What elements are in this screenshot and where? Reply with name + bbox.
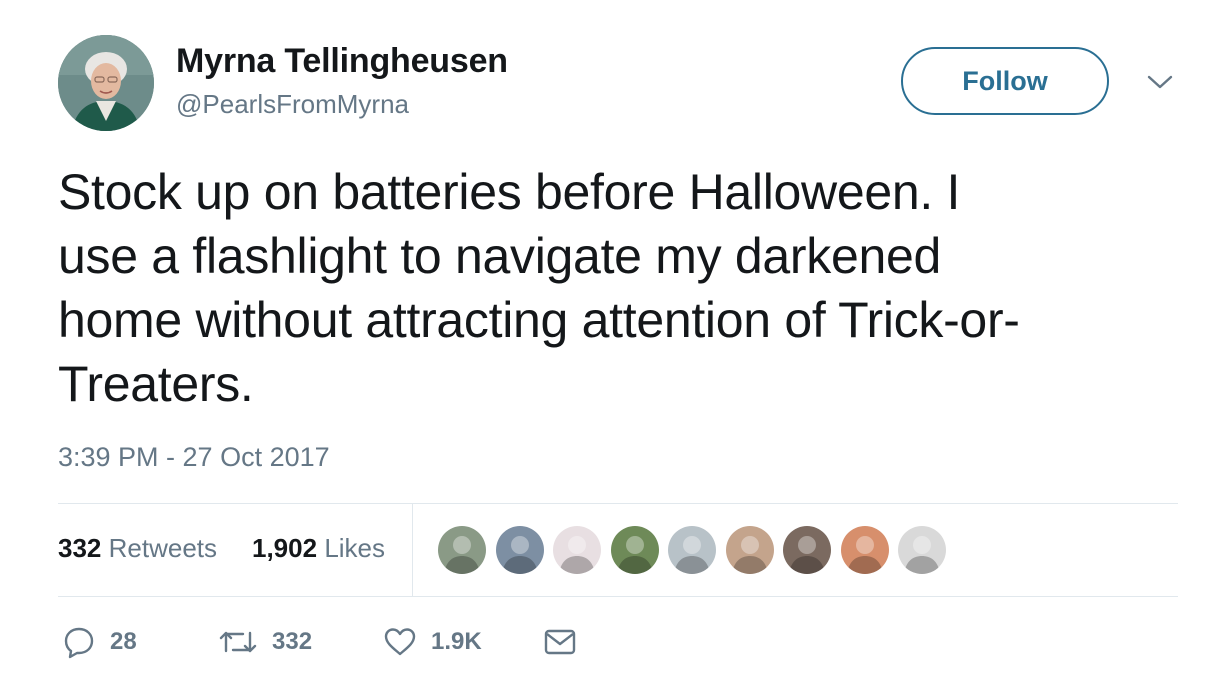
person-icon xyxy=(502,536,538,574)
person-icon xyxy=(789,536,825,574)
like-count: 1.9K xyxy=(431,628,482,655)
tweet-text: Stock up on batteries before Halloween. … xyxy=(58,160,1178,416)
reply-icon xyxy=(64,627,94,659)
likes-count: 1,902 xyxy=(252,533,318,563)
retweets-stat[interactable]: 332 Retweets xyxy=(58,533,217,564)
liker-avatar[interactable] xyxy=(553,526,601,574)
tweet-text-line: home without attracting attention of Tri… xyxy=(58,292,1020,348)
retweet-icon xyxy=(219,631,257,653)
envelope-icon xyxy=(544,629,576,655)
reply-button[interactable]: 28 xyxy=(62,622,137,662)
person-icon xyxy=(732,536,768,574)
author-photo xyxy=(58,35,154,131)
stats-divider xyxy=(412,503,413,596)
author-handle[interactable]: @PearlsFromMyrna xyxy=(176,89,409,120)
person-icon xyxy=(904,536,940,574)
author-avatar[interactable] xyxy=(58,35,154,131)
retweets-label: Retweets xyxy=(108,533,218,563)
likes-label: Likes xyxy=(324,533,386,563)
liker-avatar[interactable] xyxy=(668,526,716,574)
follow-button[interactable]: Follow xyxy=(901,47,1109,115)
heart-icon xyxy=(384,628,416,656)
liker-avatar[interactable] xyxy=(438,526,486,574)
person-icon xyxy=(444,536,480,574)
divider xyxy=(58,503,1178,504)
chevron-down-icon[interactable] xyxy=(1146,72,1174,92)
tweet-text-line: Treaters. xyxy=(58,356,254,412)
person-icon xyxy=(617,536,653,574)
divider xyxy=(58,596,1178,597)
liker-avatar[interactable] xyxy=(898,526,946,574)
retweet-count: 332 xyxy=(272,628,313,655)
person-icon xyxy=(847,536,883,574)
reply-count: 28 xyxy=(110,628,137,655)
tweet-text-line: Stock up on batteries before Halloween. … xyxy=(58,164,961,220)
liker-avatar[interactable] xyxy=(611,526,659,574)
author-display-name[interactable]: Myrna Tellingheusen xyxy=(176,42,508,81)
like-button[interactable]: 1.9K xyxy=(383,622,482,662)
person-icon xyxy=(559,536,595,574)
liker-avatar[interactable] xyxy=(783,526,831,574)
person-icon xyxy=(674,536,710,574)
tweet-text-line: use a flashlight to navigate my darkened xyxy=(58,228,941,284)
liker-avatar[interactable] xyxy=(841,526,889,574)
liker-avatar[interactable] xyxy=(726,526,774,574)
direct-message-button[interactable] xyxy=(543,622,577,662)
likes-stat[interactable]: 1,902 Likes xyxy=(252,533,385,564)
liker-avatar[interactable] xyxy=(496,526,544,574)
tweet-timestamp[interactable]: 3:39 PM - 27 Oct 2017 xyxy=(58,442,330,473)
retweet-button[interactable]: 332 xyxy=(218,622,312,662)
retweets-count: 332 xyxy=(58,533,102,563)
